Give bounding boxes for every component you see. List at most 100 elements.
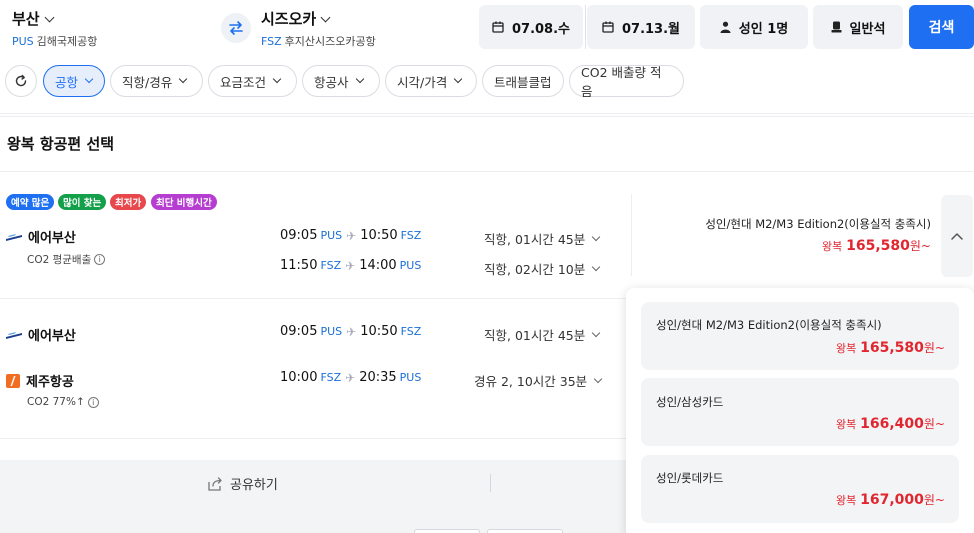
filter-time-price[interactable]: 시각/가격 <box>385 65 477 97</box>
co2-info: CO2 평균배출 i <box>27 252 106 267</box>
price-value: 167,000 <box>860 492 924 508</box>
duration-label: 직항, 01시간 45분 <box>484 232 586 247</box>
filter-airport[interactable]: 공항 <box>43 65 105 97</box>
collapse-button[interactable] <box>941 195 973 277</box>
refresh-button[interactable] <box>5 65 37 97</box>
search-button[interactable]: 검색 <box>909 5 974 49</box>
depart-date-button[interactable]: 07.08.수 <box>479 5 583 49</box>
badge-lowest-price: 최저가 <box>110 194 147 210</box>
destination-airport: 후지산시즈오카공항 <box>284 35 376 48</box>
outbound-duration[interactable]: 직항, 01시간 45분 <box>484 229 601 248</box>
outbound-times: 09:05 PUS ✈ 10:50 FSZ <box>280 228 421 243</box>
swap-icon <box>229 21 243 35</box>
price-value: 165,580 <box>846 238 910 254</box>
section-title: 왕복 항공편 선택 <box>7 135 115 153</box>
air-busan-logo <box>6 331 22 339</box>
dep-code: PUS <box>320 229 343 242</box>
column-divider <box>631 194 632 276</box>
chevron-down-icon <box>453 74 463 84</box>
chevron-down-icon <box>272 74 282 84</box>
co2-label: CO2 77%↑ <box>27 396 85 408</box>
destination-selector[interactable]: 시즈오카 FSZ 후지산시즈오카공항 <box>261 8 376 49</box>
origin-airport: 김해국제공항 <box>36 35 98 48</box>
filter-fare-conditions[interactable]: 요금조건 <box>208 65 297 97</box>
airline-name: 제주항공 <box>6 371 74 390</box>
card-condition: 성인/현대 M2/M3 Edition2(이용실적 충족시) <box>705 217 931 231</box>
duration-label: 직항, 01시간 45분 <box>484 328 586 343</box>
chevron-down-icon <box>178 74 188 84</box>
price-option[interactable]: 성인/현대 M2/M3 Edition2(이용실적 충족시) 왕복 165,58… <box>641 302 959 370</box>
price-option[interactable]: 성인/롯데카드 왕복 167,000원~ <box>641 455 959 523</box>
outbound-duration[interactable]: 직항, 01시간 45분 <box>484 325 601 344</box>
origin-selector[interactable]: 부산 PUS 김해국제공항 <box>12 8 97 49</box>
airline-label: 제주항공 <box>26 375 74 390</box>
price-option[interactable]: 성인/삼성카드 왕복 166,400원~ <box>641 378 959 446</box>
passenger-button[interactable]: 성인 1명 <box>700 5 808 49</box>
info-icon[interactable]: i <box>94 254 106 265</box>
filter-label: 트래블클럽 <box>494 74 552 90</box>
option-label: 성인/삼성카드 <box>656 395 724 409</box>
jeju-air-logo <box>6 373 20 388</box>
filter-label: 공항 <box>55 74 79 90</box>
origin-code: PUS <box>12 35 34 48</box>
co2-info: CO2 77%↑ i <box>27 396 99 408</box>
origin-city: 부산 <box>12 10 40 28</box>
filter-label: 직항/경유 <box>122 74 173 90</box>
price-prefix: 왕복 <box>836 342 857 355</box>
filter-label: 시각/가격 <box>397 74 448 90</box>
price-prefix: 왕복 <box>822 240 843 253</box>
badge-most-searched: 많이 찾는 <box>58 194 107 210</box>
inbound-times: 10:00 FSZ ✈ 20:35 PUS <box>280 370 421 385</box>
return-date: 07.13.월 <box>621 21 681 37</box>
info-icon[interactable]: i <box>87 396 99 408</box>
option-label: 성인/현대 M2/M3 Edition2(이용실적 충족시) <box>656 318 882 332</box>
price-prefix: 왕복 <box>836 418 857 431</box>
badge-shortest-time: 최단 비행시간 <box>151 194 217 210</box>
price-suffix: 원~ <box>923 341 945 355</box>
filter-label: 항공사 <box>314 74 349 90</box>
plane-icon: ✈ <box>345 370 356 385</box>
arr-time: 10:50 <box>360 228 398 243</box>
inbound-times: 11:50 FSZ ✈ 14:00 PUS <box>280 258 421 273</box>
option-price: 왕복 165,580원~ <box>836 339 945 356</box>
swap-button[interactable] <box>221 13 251 43</box>
option-price: 왕복 167,000원~ <box>836 491 945 508</box>
arr-time: 10:50 <box>360 324 398 339</box>
airline-name: 에어부산 <box>6 325 76 344</box>
dep-code: FSZ <box>320 371 342 384</box>
refresh-icon <box>15 74 27 87</box>
airline-label: 에어부산 <box>28 231 76 246</box>
person-icon <box>720 21 731 33</box>
option-label: 성인/롯데카드 <box>656 471 724 485</box>
filter-airline[interactable]: 항공사 <box>302 65 380 97</box>
chevron-down-icon <box>593 374 603 383</box>
chevron-down-icon <box>355 74 364 84</box>
filter-co2[interactable]: CO2 배출량 적음 <box>569 65 684 99</box>
calendar-icon <box>602 21 614 33</box>
cabin-button[interactable]: 일반석 <box>813 5 903 49</box>
inbound-duration[interactable]: 직항, 02시간 10분 <box>484 259 601 278</box>
destination-code: FSZ <box>261 35 282 48</box>
arr-code: FSZ <box>400 229 422 242</box>
return-date-button[interactable]: 07.13.월 <box>587 5 695 49</box>
destination-city: 시즈오카 <box>261 10 317 28</box>
cabin-class: 일반석 <box>849 21 886 37</box>
price-value: 166,400 <box>860 416 924 432</box>
chevron-down-icon <box>44 12 55 23</box>
footer-divider <box>490 474 491 492</box>
duration-label: 경유 2, 10시간 35분 <box>474 374 588 389</box>
pagination-button[interactable] <box>414 529 480 533</box>
price-suffix: 원~ <box>923 417 945 431</box>
share-button[interactable]: 공유하기 <box>208 474 278 493</box>
passenger-count: 성인 1명 <box>738 21 789 37</box>
inbound-duration[interactable]: 경유 2, 10시간 35분 <box>474 371 603 390</box>
chevron-down-icon <box>591 232 601 241</box>
filter-stops[interactable]: 직항/경유 <box>110 65 203 97</box>
price: 왕복 165,580원~ <box>822 237 931 254</box>
chevron-down-icon <box>320 12 331 23</box>
filter-label: 요금조건 <box>220 74 267 90</box>
airline-label: 에어부산 <box>28 329 76 344</box>
filter-travel-club[interactable]: 트래블클럽 <box>482 65 564 97</box>
flight-result-2[interactable] <box>0 299 630 439</box>
pagination-button[interactable] <box>487 529 563 533</box>
